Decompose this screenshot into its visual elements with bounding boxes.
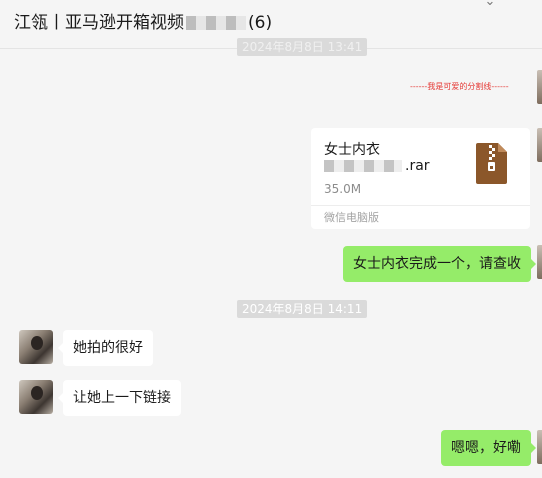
self-avatar[interactable]	[537, 70, 542, 104]
contact-avatar[interactable]	[19, 380, 53, 414]
member-count: (6)	[248, 13, 273, 33]
file-card-divider	[311, 205, 530, 206]
file-name: 女士内衣	[324, 142, 380, 158]
outgoing-message[interactable]: 嗯嗯，好嘞	[441, 430, 536, 466]
file-source: 微信电脑版	[324, 211, 379, 224]
redacted-title-part	[186, 16, 246, 30]
self-avatar[interactable]	[537, 245, 542, 279]
separator-message: ------我是可爱的分割线------	[410, 82, 509, 91]
self-avatar[interactable]	[537, 430, 542, 464]
file-message-card[interactable]: 女士内衣 .rar 35.0M 微信电脑版	[311, 128, 530, 229]
zip-archive-icon	[476, 143, 507, 184]
more-options-icon[interactable]: ⌄	[480, 0, 500, 9]
self-avatar[interactable]	[537, 128, 542, 162]
file-extension: .rar	[405, 158, 430, 174]
redacted-file-name	[324, 160, 402, 172]
timestamp: 2024年8月8日 14:11	[237, 300, 368, 318]
timestamp: 2024年8月8日 13:41	[237, 38, 368, 56]
chat-title[interactable]: 江瓴丨亚马逊开箱视频 (6)	[14, 8, 272, 33]
incoming-message[interactable]: 她拍的很好	[58, 330, 153, 366]
chat-title-text: 江瓴丨亚马逊开箱视频	[14, 13, 184, 33]
incoming-message[interactable]: 让她上一下链接	[58, 380, 181, 416]
outgoing-message[interactable]: 女士内衣完成一个，请查收	[343, 246, 536, 282]
file-size: 35.0M	[324, 182, 362, 196]
file-name-line: .rar	[324, 158, 430, 174]
contact-avatar[interactable]	[19, 330, 53, 364]
chat-header: 江瓴丨亚马逊开箱视频 (6) ⌄	[0, 0, 542, 40]
